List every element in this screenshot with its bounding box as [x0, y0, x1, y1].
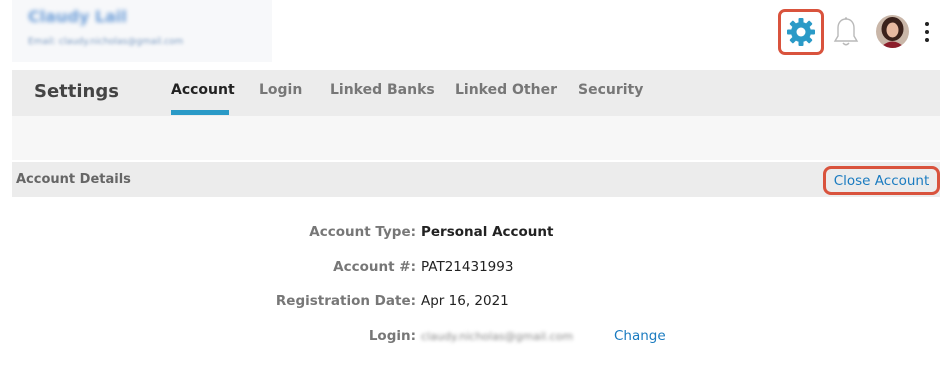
avatar[interactable]: [876, 15, 909, 48]
account-number-label: Account #:: [333, 259, 416, 275]
user-card: Claudy Lail Email: claudy.nicholas@gmail…: [12, 0, 272, 62]
login-email-value: claudy.nicholas@gmail.com: [421, 330, 574, 343]
section-title: Account Details: [16, 172, 131, 187]
kebab-dot: [925, 30, 929, 34]
detail-row-account-number: Account #: PAT21431993: [0, 259, 951, 279]
tab-linked-banks[interactable]: Linked Banks: [330, 82, 435, 98]
user-name: Claudy Lail: [28, 7, 127, 26]
profile-photo-icon: [876, 15, 909, 48]
kebab-dot: [925, 38, 929, 42]
tab-linked-other[interactable]: Linked Other: [455, 82, 557, 98]
kebab-dot: [925, 22, 929, 26]
account-details-header: Account Details: [12, 162, 940, 197]
content-spacer: [12, 116, 940, 160]
account-type-value: Personal Account: [421, 224, 554, 240]
login-label: Login:: [368, 328, 416, 344]
tab-login[interactable]: Login: [259, 82, 302, 98]
more-menu-button[interactable]: [920, 20, 934, 44]
user-email: Email: claudy.nicholas@gmail.com: [28, 37, 183, 47]
active-tab-indicator: [171, 110, 229, 115]
gear-icon: [787, 18, 815, 46]
settings-tab-bar: Settings Account Login Linked Banks Link…: [12, 70, 940, 116]
user-email-value: claudy.nicholas@gmail.com: [58, 37, 184, 47]
user-email-label: Email:: [28, 37, 57, 47]
account-number-value: PAT21431993: [421, 259, 514, 275]
change-login-link[interactable]: Change: [614, 328, 666, 344]
bell-icon: [833, 17, 859, 46]
detail-row-account-type: Account Type: Personal Account: [0, 224, 951, 244]
tab-security[interactable]: Security: [578, 82, 643, 98]
account-type-label: Account Type:: [309, 224, 416, 240]
page-title: Settings: [34, 81, 119, 102]
registration-date-value: Apr 16, 2021: [421, 293, 509, 309]
tab-account[interactable]: Account: [171, 82, 235, 98]
notifications-button[interactable]: [830, 14, 862, 50]
detail-row-registration-date: Registration Date: Apr 16, 2021: [0, 293, 951, 313]
settings-gear-button[interactable]: [778, 9, 824, 55]
registration-date-label: Registration Date:: [275, 293, 416, 309]
close-account-button[interactable]: Close Account: [823, 166, 940, 195]
detail-row-login: Login: claudy.nicholas@gmail.com Change: [0, 328, 951, 348]
